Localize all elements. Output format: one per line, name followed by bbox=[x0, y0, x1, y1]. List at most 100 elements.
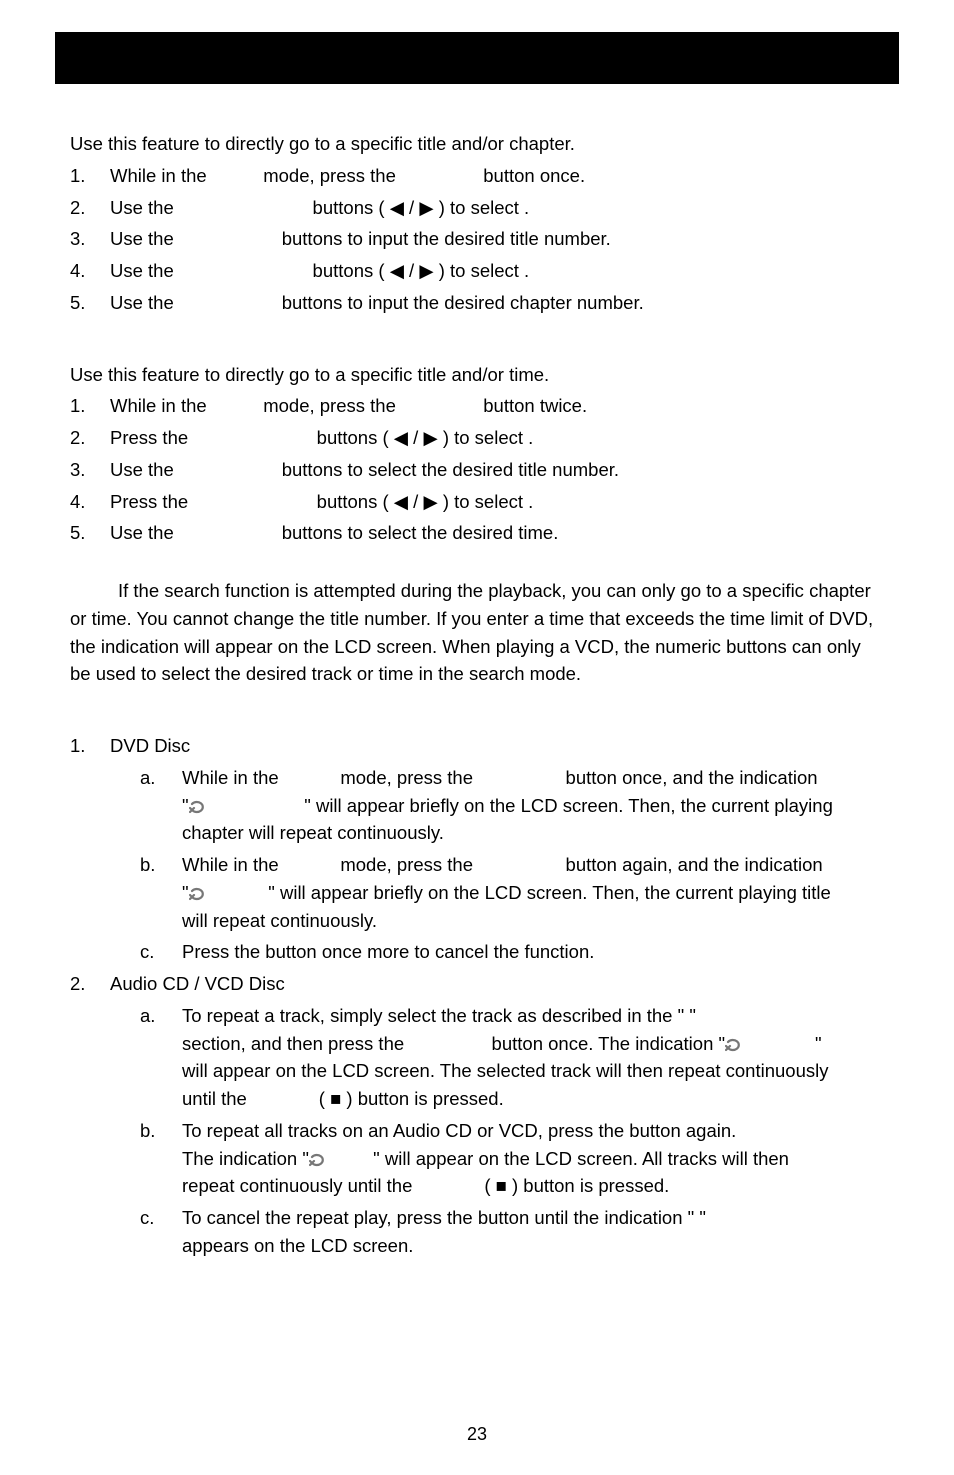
list-number: 4. bbox=[70, 488, 110, 516]
dvd-b: b. While in the mode, press the button a… bbox=[70, 851, 884, 934]
list-number: 4. bbox=[70, 257, 110, 285]
s2-item2: 2. Press the buttons ( ◀ / ▶ ) to select… bbox=[70, 424, 884, 452]
s2-item5: 5. Use the buttons to select the desired… bbox=[70, 519, 884, 547]
text: The indication " bbox=[182, 1148, 309, 1169]
arrow-icons: ◀ / ▶ bbox=[394, 427, 438, 448]
text: Use the bbox=[110, 228, 179, 249]
text: While in the bbox=[182, 767, 284, 788]
text: ( bbox=[319, 1088, 325, 1109]
text: To cancel the repeat play, press the but… bbox=[182, 1204, 884, 1232]
text: repeat continuously until the bbox=[182, 1175, 418, 1196]
text: buttons ( bbox=[313, 197, 385, 218]
text: Use the bbox=[110, 260, 179, 281]
s3-cd-heading: 2. Audio CD / VCD Disc bbox=[70, 970, 884, 998]
text: " will appear briefly on the LCD screen.… bbox=[304, 795, 833, 816]
cd-c: c. To cancel the repeat play, press the … bbox=[70, 1204, 884, 1260]
text: button again, and the indication bbox=[566, 854, 823, 875]
list-letter: b. bbox=[140, 851, 182, 934]
arrow-icons: ◀ / ▶ bbox=[390, 260, 434, 281]
text: Use the bbox=[110, 197, 179, 218]
text: While in the bbox=[182, 854, 284, 875]
text: " bbox=[182, 795, 189, 816]
arrow-icons: ◀ / ▶ bbox=[394, 491, 438, 512]
arrow-icons: ◀ / ▶ bbox=[390, 197, 434, 218]
text: chapter will repeat continuously. bbox=[182, 819, 884, 847]
dvd-c: c. Press the button once more to cancel … bbox=[70, 938, 884, 966]
text: ) button is pressed. bbox=[346, 1088, 503, 1109]
text: " bbox=[815, 1033, 822, 1054]
text: will appear on the LCD screen. The selec… bbox=[182, 1057, 884, 1085]
s2-item3: 3. Use the buttons to select the desired… bbox=[70, 456, 884, 484]
dvd-a: a. While in the mode, press the button o… bbox=[70, 764, 884, 847]
page-content: Use this feature to directly go to a spe… bbox=[70, 130, 884, 1264]
s2-item4: 4. Press the buttons ( ◀ / ▶ ) to select… bbox=[70, 488, 884, 516]
section2-intro: Use this feature to directly go to a spe… bbox=[70, 361, 884, 389]
text: until the bbox=[182, 1088, 252, 1109]
text: buttons ( bbox=[313, 260, 385, 281]
s1-item4: 4. Use the buttons ( ◀ / ▶ ) to select . bbox=[70, 257, 884, 285]
list-number: 5. bbox=[70, 519, 110, 547]
page-number: 23 bbox=[0, 1424, 954, 1445]
stop-icon: ■ bbox=[330, 1088, 341, 1109]
text: ) to select . bbox=[439, 260, 529, 281]
text bbox=[212, 165, 258, 186]
list-letter: a. bbox=[140, 764, 182, 847]
s1-item1: 1. While in the mode, press the button o… bbox=[70, 162, 884, 190]
header-black-bar bbox=[55, 32, 899, 84]
text: ( bbox=[484, 1175, 490, 1196]
text: Press the bbox=[110, 491, 193, 512]
text: buttons to select the desired title numb… bbox=[282, 459, 619, 480]
s3-dvd-heading: 1. DVD Disc bbox=[70, 732, 884, 760]
list-letter: b. bbox=[140, 1117, 182, 1200]
repeat-icon bbox=[189, 886, 207, 902]
text: mode, press the bbox=[263, 165, 401, 186]
text: will repeat continuously. bbox=[182, 907, 884, 935]
s2-item1: 1. While in the mode, press the button t… bbox=[70, 392, 884, 420]
text: ) to select . bbox=[439, 197, 529, 218]
list-number: 1. bbox=[70, 392, 110, 420]
cd-b: b. To repeat all tracks on an Audio CD o… bbox=[70, 1117, 884, 1200]
text: Use the bbox=[110, 459, 179, 480]
text: " will appear on the LCD screen. All tra… bbox=[373, 1148, 789, 1169]
list-number: 5. bbox=[70, 289, 110, 317]
text: mode, press the bbox=[340, 854, 478, 875]
repeat-icon bbox=[309, 1152, 327, 1168]
text: DVD Disc bbox=[110, 732, 884, 760]
text: ) to select . bbox=[443, 491, 533, 512]
text: ) button is pressed. bbox=[512, 1175, 669, 1196]
s1-item5: 5. Use the buttons to input the desired … bbox=[70, 289, 884, 317]
text: Use the bbox=[110, 292, 179, 313]
list-number: 2. bbox=[70, 194, 110, 222]
text: Press the button once more to cancel the… bbox=[182, 938, 884, 966]
stop-icon: ■ bbox=[496, 1175, 507, 1196]
text: buttons ( bbox=[317, 491, 389, 512]
text: Press the bbox=[110, 427, 193, 448]
list-number: 3. bbox=[70, 225, 110, 253]
text: " will appear briefly on the LCD screen.… bbox=[268, 882, 831, 903]
s1-item2: 2. Use the buttons ( ◀ / ▶ ) to select . bbox=[70, 194, 884, 222]
list-number: 3. bbox=[70, 456, 110, 484]
text: button twice. bbox=[483, 395, 587, 416]
text: To repeat a track, simply select the tra… bbox=[182, 1002, 884, 1030]
text: Use the bbox=[110, 522, 179, 543]
repeat-icon bbox=[725, 1037, 743, 1053]
text: ) to select . bbox=[443, 427, 533, 448]
list-number: 1. bbox=[70, 162, 110, 190]
note-paragraph: If the search function is attempted duri… bbox=[70, 577, 884, 688]
list-number: 2. bbox=[70, 970, 110, 998]
text: button once, and the indication bbox=[566, 767, 818, 788]
text: buttons to input the desired chapter num… bbox=[282, 292, 644, 313]
text: buttons ( bbox=[317, 427, 389, 448]
list-letter: c. bbox=[140, 938, 182, 966]
text: Audio CD / VCD Disc bbox=[110, 970, 884, 998]
list-number: 1. bbox=[70, 732, 110, 760]
text: mode, press the bbox=[340, 767, 478, 788]
repeat-icon bbox=[189, 799, 207, 815]
list-letter: c. bbox=[140, 1204, 182, 1260]
text: button once. bbox=[483, 165, 585, 186]
text: appears on the LCD screen. bbox=[182, 1232, 884, 1260]
list-letter: a. bbox=[140, 1002, 182, 1113]
text: buttons to select the desired time. bbox=[282, 522, 559, 543]
text: To repeat all tracks on an Audio CD or V… bbox=[182, 1117, 884, 1145]
text: buttons to input the desired title numbe… bbox=[282, 228, 611, 249]
